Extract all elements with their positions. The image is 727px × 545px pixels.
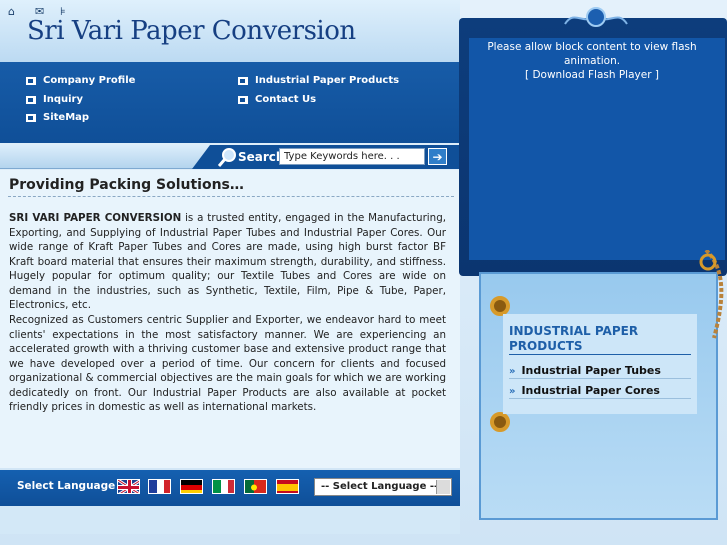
spain-flag[interactable] [276,479,299,494]
site-logo[interactable]: Sri Vari Paper Conversion [0,0,460,62]
search-go-button[interactable]: ➔ [428,148,447,165]
ring-icon [490,296,510,316]
company-name: SRI VARI PAPER CONVERSION [9,212,182,224]
page: Sri Vari Paper Conversion Company Profil… [0,0,727,545]
nav-sitemap[interactable]: SiteMap [26,112,89,123]
ornament-icon [564,7,628,27]
portugal-flag[interactable] [244,479,267,494]
language-select-value: -- Select Language -- [321,481,439,492]
intro-text: is a trusted entity, engaged in the Manu… [9,212,446,311]
arrow-icon [238,76,248,85]
footer-band [0,506,460,534]
double-chevron-icon: » [509,366,516,377]
arrow-icon [238,95,248,104]
nav-inquiry[interactable]: Inquiry [26,94,83,105]
arrow-icon [26,113,36,122]
nav-label: Contact Us [255,94,317,105]
nav-label: Industrial Paper Products [255,75,400,86]
divider [509,398,691,399]
nav-label: SiteMap [43,112,90,123]
arrow-icon [26,76,36,85]
mail-icon[interactable]: ✉ [35,5,44,18]
about-paragraph: Recognized as Customers centric Supplier… [9,314,446,413]
home-icon[interactable]: ⌂ [8,5,15,18]
magnifier-icon [218,148,236,167]
germany-flag[interactable] [180,479,203,494]
nav-company-profile[interactable]: Company Profile [26,75,135,86]
chevron-down-icon [436,480,450,494]
flash-message: Please allow block content to view flash… [487,41,697,67]
download-flash-link[interactable]: [ Download Flash Player ] [476,68,708,82]
intro-paragraph: SRI VARI PAPER CONVERSION is a trusted e… [9,211,446,313]
arrow-right-icon: ➔ [432,149,443,164]
nav-label: Company Profile [43,75,136,86]
italy-flag[interactable] [212,479,235,494]
uk-flag[interactable] [117,479,140,494]
ring-icon [490,412,510,432]
divider [509,378,691,379]
sitemap-icon[interactable]: ⊧ [60,5,66,18]
product-heading: INDUSTRIAL PAPER PRODUCTS [509,324,639,353]
nav-contact-us[interactable]: Contact Us [238,94,316,105]
flash-message-block: Please allow block content to view flash… [476,40,708,82]
arrow-icon [26,95,36,104]
search-label: Search [238,150,285,164]
page-heading: Providing Packing Solutions… [9,177,244,193]
double-chevron-icon: » [509,386,516,397]
divider [8,196,454,197]
product-link-tubes[interactable]: » Industrial Paper Tubes [509,364,661,377]
site-title: Sri Vari Paper Conversion [27,16,356,46]
divider [509,354,691,355]
language-label: Select Language : [17,480,124,492]
rope-icon [699,250,724,339]
france-flag[interactable] [148,479,171,494]
nav-label: Inquiry [43,94,83,105]
nav-industrial-paper-products[interactable]: Industrial Paper Products [238,75,399,86]
language-select[interactable]: -- Select Language -- [314,478,452,496]
product-label: Industrial Paper Cores [521,384,660,397]
product-link-cores[interactable]: » Industrial Paper Cores [509,384,660,397]
product-label: Industrial Paper Tubes [521,364,661,377]
search-input[interactable] [279,148,425,165]
